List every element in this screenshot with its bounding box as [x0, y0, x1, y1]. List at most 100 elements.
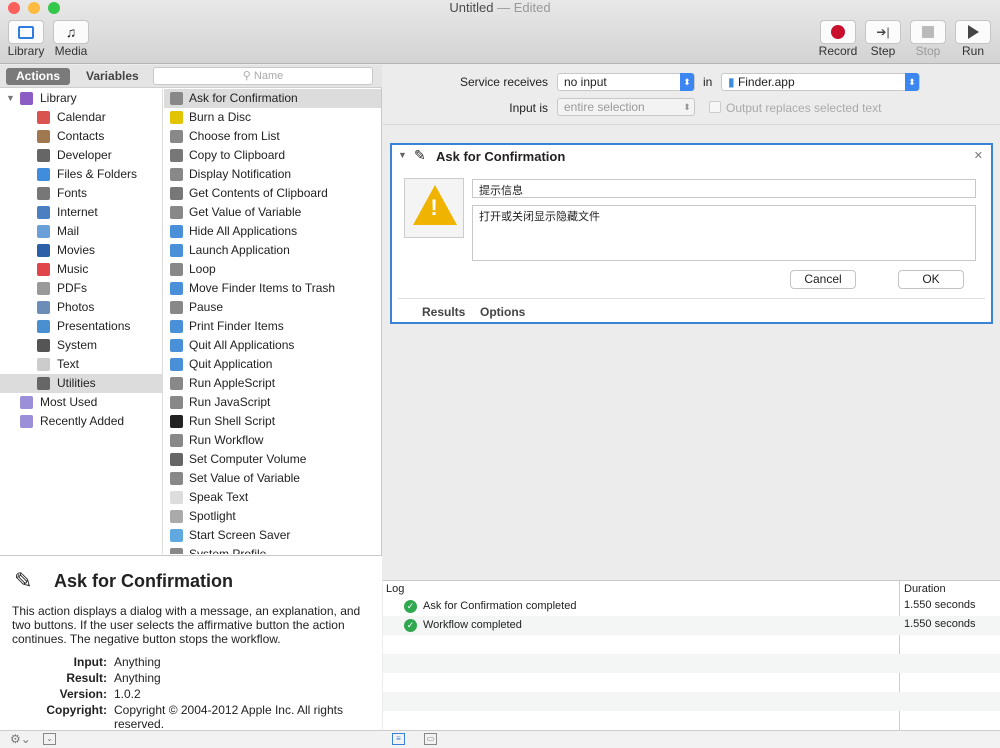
action-item[interactable]: Quit All Applications [164, 336, 381, 355]
action-item[interactable]: Burn a Disc [164, 108, 381, 127]
action-item[interactable]: System Profile [164, 545, 381, 554]
cancel-button-field[interactable]: Cancel [790, 270, 856, 289]
automator-icon [170, 396, 183, 409]
sidebar-item-label: Most Used [40, 395, 98, 409]
close-icon[interactable]: ✕ [974, 149, 983, 162]
ok-button-field[interactable]: OK [898, 270, 964, 289]
action-item[interactable]: Copy to Clipboard [164, 146, 381, 165]
action-item-label: Run AppleScript [189, 376, 276, 390]
list-view-icon[interactable]: ≡ [392, 733, 405, 745]
service-input-select[interactable]: no input ⬍ [557, 73, 695, 91]
toggle-description-icon[interactable]: ⌄ [43, 733, 56, 745]
action-item[interactable]: Quit Application [164, 355, 381, 374]
action-item[interactable]: Speak Text [164, 488, 381, 507]
field-key: Result: [66, 671, 107, 685]
action-item[interactable]: Choose from List [164, 127, 381, 146]
explanation-field[interactable]: 打开或关闭显示隐藏文件 [472, 205, 976, 261]
media-icon: ♫ [65, 24, 77, 40]
action-item[interactable]: Get Value of Variable [164, 203, 381, 222]
sidebar-item[interactable]: Music [0, 260, 162, 279]
message-field[interactable]: 提示信息 [472, 179, 976, 198]
screensaver-icon [170, 529, 183, 542]
sidebar-item[interactable]: PDFs [0, 279, 162, 298]
utilities-icon [37, 377, 50, 390]
log-pane: Log Duration ✓ Ask for Confirmation compl… [383, 580, 1000, 731]
action-item-label: Choose from List [189, 129, 280, 143]
action-item[interactable]: Hide All Applications [164, 222, 381, 241]
action-item-label: Pause [189, 300, 224, 314]
variables-view-icon[interactable]: ▭ [424, 733, 437, 745]
action-item[interactable]: Run Workflow [164, 431, 381, 450]
log-row: ✓ Ask for Confirmation completed 1.550 sec… [383, 597, 1000, 616]
sidebar-item-label: PDFs [57, 281, 87, 295]
output-replaces-checkbox[interactable] [709, 101, 721, 113]
sidebar-item[interactable]: Contacts [0, 127, 162, 146]
sidebar-item[interactable]: Presentations [0, 317, 162, 336]
photos-icon [37, 301, 50, 314]
popup-arrows-icon: ⬍ [680, 73, 694, 91]
action-item[interactable]: Display Notification [164, 165, 381, 184]
action-item[interactable]: Move Finder Items to Trash [164, 279, 381, 298]
sidebar-item-label: Fonts [57, 186, 88, 200]
action-item[interactable]: Print Finder Items [164, 317, 381, 336]
action-item[interactable]: Run AppleScript [164, 374, 381, 393]
library-button[interactable] [8, 20, 44, 44]
image-well[interactable]: ! [404, 178, 464, 238]
sidebar-item[interactable]: Files & Folders [0, 165, 162, 184]
step-button[interactable]: ➔| [865, 20, 901, 44]
field-value: 1.0.2 [114, 687, 141, 701]
sidebar-item[interactable]: Most Used [0, 393, 162, 412]
tab-results[interactable]: Results [422, 305, 465, 319]
movies-icon [37, 244, 50, 257]
sidebar-item[interactable]: Photos [0, 298, 162, 317]
action-item-label: Get Value of Variable [189, 205, 302, 219]
sidebar-item[interactable]: Fonts [0, 184, 162, 203]
library-label: Library [7, 44, 45, 58]
input-is-select[interactable]: entire selection ⬍ [557, 98, 695, 116]
action-item[interactable]: Set Computer Volume [164, 450, 381, 469]
action-item-label: Run Shell Script [189, 414, 276, 428]
sidebar-item[interactable]: Utilities [0, 374, 162, 393]
action-item[interactable]: Spotlight [164, 507, 381, 526]
description-text: This action displays a dialog with a mes… [12, 604, 361, 646]
search-input[interactable]: ⚲ Name [153, 67, 373, 85]
action-item-label: Run JavaScript [189, 395, 271, 409]
action-item[interactable]: Run JavaScript [164, 393, 381, 412]
tab-variables[interactable]: Variables [76, 68, 149, 85]
action-item[interactable]: Ask for Confirmation [164, 89, 381, 108]
sidebar-item[interactable]: ▼ Library [0, 89, 162, 108]
action-item-label: Speak Text [189, 490, 249, 504]
sidebar-item[interactable]: Developer [0, 146, 162, 165]
action-item[interactable]: Set Value of Variable [164, 469, 381, 488]
tab-actions[interactable]: Actions [6, 68, 71, 85]
sidebar-item[interactable]: System [0, 336, 162, 355]
stop-button[interactable] [910, 20, 946, 44]
media-button[interactable]: ♫ [53, 20, 89, 44]
action-item[interactable]: Loop [164, 260, 381, 279]
log-row [383, 692, 1000, 711]
sidebar-item[interactable]: Mail [0, 222, 162, 241]
sidebar-item-label: Photos [57, 300, 95, 314]
run-button[interactable] [955, 20, 991, 44]
popup-arrows-icon: ⬍ [683, 102, 691, 112]
sidebar-item[interactable]: Recently Added [0, 412, 162, 431]
tab-options[interactable]: Options [480, 305, 525, 319]
sidebar-item[interactable]: Calendar [0, 108, 162, 127]
action-item[interactable]: Pause [164, 298, 381, 317]
search-icon: ⚲ [242, 70, 254, 82]
application-select[interactable]: ▮ Finder.app ⬍ [721, 73, 920, 91]
sidebar-item[interactable]: Text [0, 355, 162, 374]
action-item[interactable]: Get Contents of Clipboard [164, 184, 381, 203]
disclosure-triangle-icon[interactable]: ▼ [6, 89, 15, 108]
log-row [383, 711, 1000, 730]
action-item[interactable]: Run Shell Script [164, 412, 381, 431]
log-row [383, 673, 1000, 692]
disclosure-triangle-icon[interactable]: ▼ [398, 150, 407, 160]
sidebar-item-label: Movies [57, 243, 96, 257]
action-item[interactable]: Start Screen Saver [164, 526, 381, 545]
gear-menu-icon[interactable]: ⚙⌄ [10, 732, 31, 746]
sidebar-item[interactable]: Internet [0, 203, 162, 222]
action-item[interactable]: Launch Application [164, 241, 381, 260]
record-button[interactable] [820, 20, 856, 44]
sidebar-item[interactable]: Movies [0, 241, 162, 260]
